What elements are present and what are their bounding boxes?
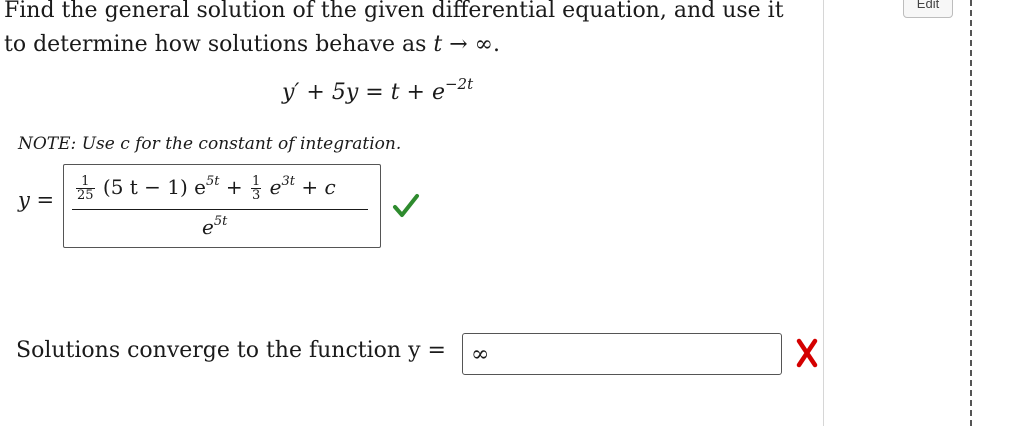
dashed-separator [970, 0, 972, 426]
panel-divider [823, 0, 824, 426]
converge-function-input[interactable] [462, 333, 782, 375]
x-mark-icon [796, 338, 818, 368]
differential-equation: y′ + 5y = t + e−2t [282, 75, 474, 105]
answer1-label: y = [18, 188, 55, 212]
question-text-line1: Find the general solution of the given d… [4, 0, 784, 23]
fraction-bar [72, 209, 368, 210]
question-text-line2: to determine how solutions behave as t →… [4, 32, 501, 57]
answer-numerator: 1 25 (5 t − 1) e5t + 13 e3t + c [76, 174, 336, 203]
fraction-one-over-3: 13 [251, 174, 262, 203]
edit-button[interactable]: Edit [903, 0, 953, 18]
fraction-one-over-25: 1 25 [76, 174, 95, 203]
general-solution-answer-box[interactable]: 1 25 (5 t − 1) e5t + 13 e3t + c e5t [63, 164, 381, 248]
converge-prompt: Solutions converge to the function y = [16, 338, 446, 363]
note-text: NOTE: Use c for the constant of integrat… [18, 134, 402, 154]
check-icon [393, 194, 419, 217]
answer-denominator: e5t [202, 214, 228, 239]
